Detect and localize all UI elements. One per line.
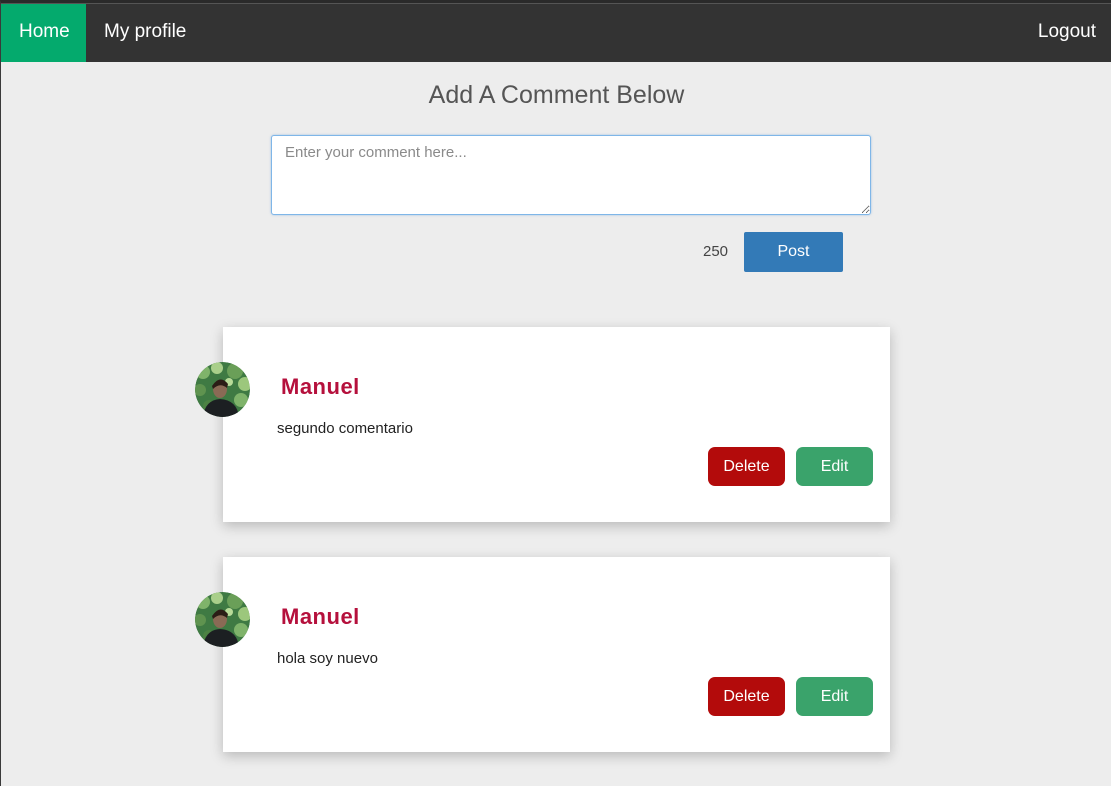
comment-author: Manuel (281, 374, 360, 399)
comment-text: segundo comentario (277, 420, 413, 437)
character-counter: 250 (703, 243, 729, 260)
user-photo-icon (195, 362, 250, 417)
nav-home-link[interactable]: Home (1, 4, 86, 62)
comment-text: hola soy nuevo (277, 650, 378, 667)
nav-logout-link[interactable]: Logout (1020, 4, 1111, 62)
edit-comment-button[interactable]: Edit (796, 677, 873, 716)
comment-author: Manuel (281, 604, 360, 629)
top-navbar: Home My profile Logout (1, 3, 1111, 62)
comment-card: Manuel segundo comentario Delete Edit (195, 327, 890, 522)
delete-comment-button[interactable]: Delete (708, 447, 785, 486)
comment-input[interactable] (271, 135, 871, 215)
avatar (195, 362, 250, 417)
post-button[interactable]: Post (744, 232, 843, 272)
page-title: Add A Comment Below (428, 81, 685, 109)
avatar (195, 592, 250, 647)
user-photo-icon (195, 592, 250, 647)
delete-comment-button[interactable]: Delete (708, 677, 785, 716)
comment-card: Manuel hola soy nuevo Delete Edit (195, 557, 890, 752)
nav-my-profile-link[interactable]: My profile (86, 4, 204, 62)
edit-comment-button[interactable]: Edit (796, 447, 873, 486)
